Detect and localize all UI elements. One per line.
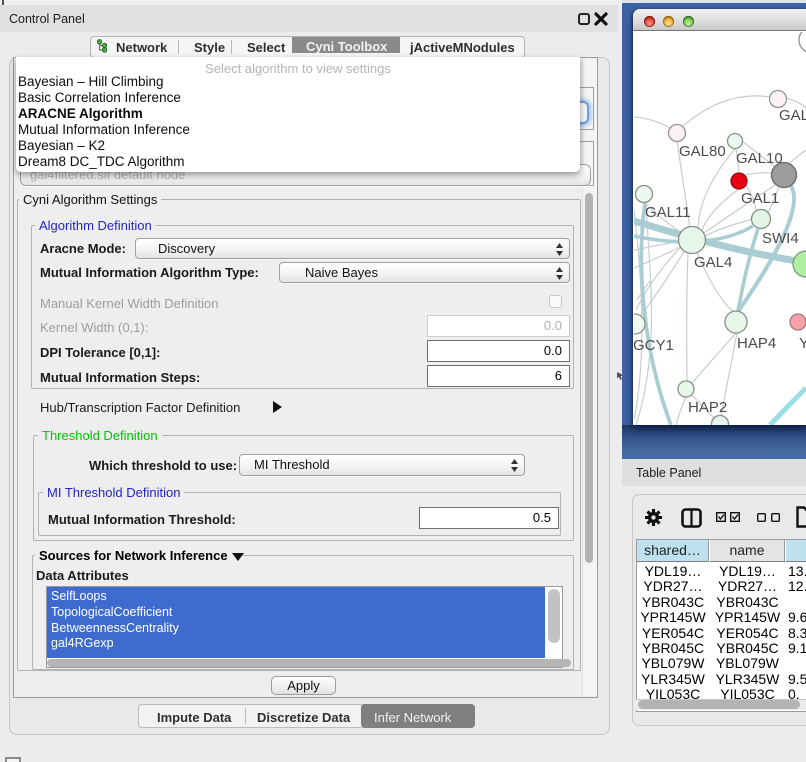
svg-text:GAL7: GAL7 [779, 107, 806, 124]
svg-text:GAL80: GAL80 [679, 143, 726, 160]
svg-text:GAL11: GAL11 [645, 204, 691, 221]
svg-text:GAL4: GAL4 [694, 254, 732, 271]
svg-text:HAP4: HAP4 [737, 335, 776, 352]
svg-text:GAL1: GAL1 [741, 190, 779, 207]
svg-text:YM: YM [799, 335, 806, 352]
svg-text:HAP2: HAP2 [688, 399, 727, 416]
svg-text:SWI4: SWI4 [762, 230, 799, 247]
svg-text:GCY1: GCY1 [634, 337, 674, 354]
svg-text:GAL10: GAL10 [736, 150, 783, 167]
